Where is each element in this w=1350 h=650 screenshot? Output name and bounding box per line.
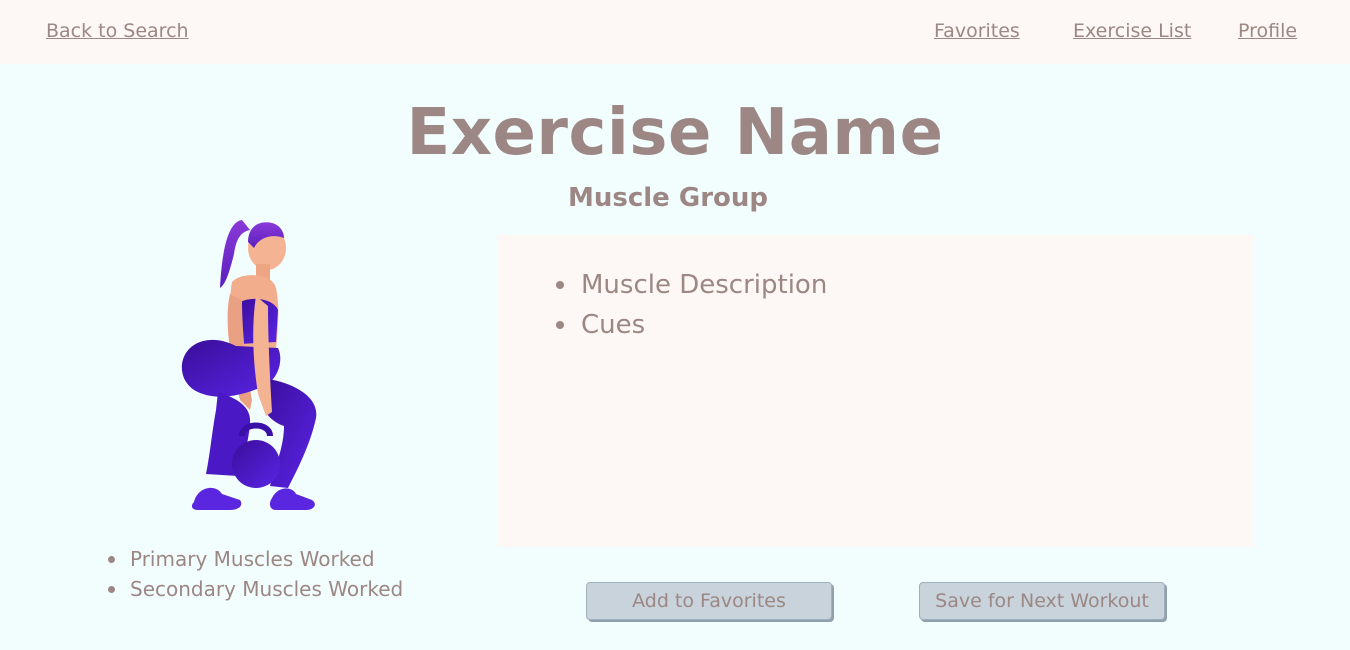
exercise-title: Exercise Name <box>406 96 944 170</box>
add-to-favorites-button[interactable]: Add to Favorites <box>586 582 832 620</box>
exercise-details-list: Muscle Description Cues <box>556 265 827 345</box>
profile-link[interactable]: Profile <box>1238 20 1297 42</box>
top-navigation-bar: Back to Search Favorites Exercise List P… <box>0 0 1350 64</box>
back-to-search-link[interactable]: Back to Search <box>46 20 189 42</box>
primary-muscles-item: Primary Muscles Worked <box>105 544 403 574</box>
secondary-muscles-item: Secondary Muscles Worked <box>105 574 403 604</box>
favorites-link[interactable]: Favorites <box>934 20 1020 42</box>
exercise-info-panel: Muscle Description Cues <box>498 235 1253 547</box>
cues-item: Cues <box>556 305 827 345</box>
save-for-next-workout-button[interactable]: Save for Next Workout <box>919 582 1165 620</box>
muscle-group-heading: Muscle Group <box>567 183 768 213</box>
kettlebell-squat-illustration <box>181 220 317 510</box>
exercise-list-link[interactable]: Exercise List <box>1073 20 1191 42</box>
muscle-description-item: Muscle Description <box>556 265 827 305</box>
muscles-worked-list: Primary Muscles Worked Secondary Muscles… <box>105 544 403 604</box>
